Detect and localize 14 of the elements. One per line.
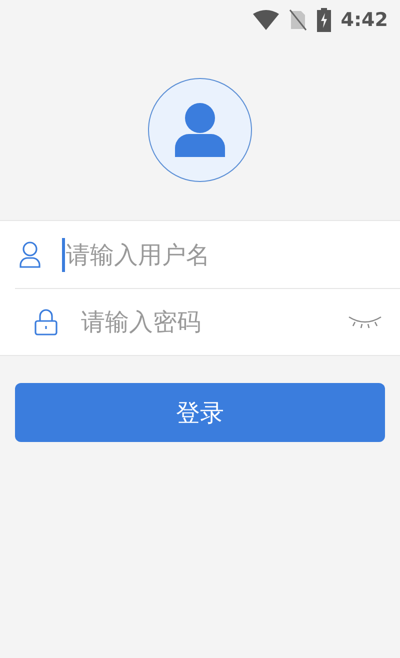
wifi-icon: [252, 10, 279, 30]
battery-charging-icon: [316, 8, 331, 32]
login-button[interactable]: 登录: [15, 383, 385, 442]
no-sim-icon: [288, 9, 307, 31]
text-cursor: [62, 238, 65, 272]
input-field[interactable]: 请输入密码: [77, 302, 348, 342]
lock-icon: [34, 308, 58, 336]
status-time: 4:42: [340, 8, 388, 33]
eye-closed-icon[interactable]: [348, 315, 382, 329]
person-icon: [19, 240, 41, 268]
placeholder-text: 请输入用户名: [66, 240, 210, 270]
placeholder-text: 请输入密码: [81, 307, 201, 338]
person-icon: [174, 102, 226, 158]
input-field[interactable]: 请输入用户名: [62, 234, 382, 274]
